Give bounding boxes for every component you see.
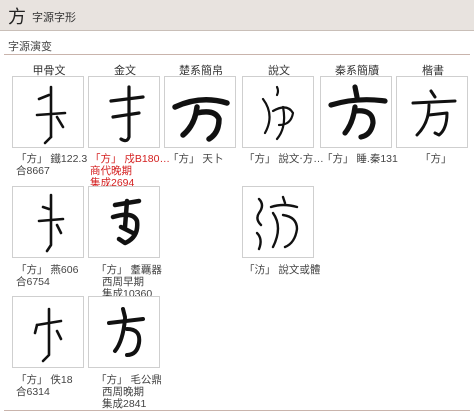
caption-line: 「方」 毛公鼎 — [96, 374, 162, 386]
caption-line: 「方」 鐵122.3 — [16, 153, 88, 165]
caption-line: 「方」 佚18 — [16, 374, 73, 386]
caption-line: 「方」 天卜 — [168, 153, 224, 165]
caption-line: 「方」 睡.秦131 — [322, 153, 398, 165]
caption-line: 「汸」 說文或體 — [244, 264, 321, 276]
glyph-cell-oracle-2[interactable] — [12, 186, 84, 258]
section-divider — [4, 54, 470, 55]
caption-shuowen-1: 「方」 說文‧方… — [244, 153, 324, 165]
caption-line: 「方」 燕606 — [16, 264, 79, 276]
header-character: 方 — [8, 7, 26, 28]
oracle-bone-glyph — [35, 85, 67, 145]
glyph-cell-shuowen-variant[interactable] — [242, 186, 314, 258]
caption-line: 「方」 耋覊器 — [96, 264, 162, 276]
caption-oracle-2: 「方」 燕606 合6754 — [16, 264, 78, 288]
glyph-cell-bronze-3[interactable] — [88, 296, 160, 368]
caption-chu-1: 「方」 天卜 — [168, 153, 223, 165]
caption-qin-1: 「方」 睡.秦131 — [322, 153, 398, 165]
caption-line: 「方」 說文‧方… — [244, 153, 324, 165]
caption-oracle-1: 「方」 鐵122.3 合8667 — [16, 153, 87, 177]
caption-bronze-3: 「方」 毛公鼎 西周晚期 集成2841 — [96, 374, 162, 410]
caption-line: 西周早期 — [102, 276, 144, 288]
caption-line: 商代晚期 — [90, 165, 132, 177]
kaishu-glyph — [411, 89, 457, 137]
shuowen-variant-glyph — [255, 195, 299, 251]
header-title: 字源字形 — [32, 12, 76, 24]
caption-line: 合6314 — [16, 386, 50, 398]
caption-kaishu-1: 「方」 — [420, 153, 452, 165]
glyph-cell-bronze-2[interactable] — [88, 186, 160, 258]
bottom-divider — [4, 410, 470, 411]
caption-line: 「方」 — [420, 153, 452, 165]
caption-bronze-2: 「方」 耋覊器 西周早期 集成10360 — [96, 264, 162, 300]
section-title: 字源演变 — [8, 41, 52, 53]
caption-line: 合6754 — [16, 276, 50, 288]
bronze-glyph-2 — [110, 198, 142, 246]
shuowen-glyph — [261, 85, 295, 141]
caption-line: 西周晚期 — [102, 386, 144, 398]
caption-oracle-3: 「方」 佚18 合6314 — [16, 374, 73, 398]
glyph-cell-shuowen-1[interactable] — [242, 76, 314, 148]
chu-slip-glyph — [172, 97, 230, 142]
bronze-glyph-3 — [107, 307, 145, 357]
caption-shuowen-variant: 「汸」 說文或體 — [244, 264, 320, 276]
glyph-cell-bronze-1[interactable] — [88, 76, 160, 148]
glyph-cell-oracle-1[interactable] — [12, 76, 84, 148]
header-bar: 方 字源字形 — [0, 0, 474, 31]
caption-line: 合8667 — [16, 165, 50, 177]
caption-bronze-1[interactable]: 「方」 戍B180… 商代晚期 集成2694 — [90, 153, 170, 189]
oracle-bone-glyph-2 — [37, 193, 65, 253]
glyph-cell-chu-1[interactable] — [164, 76, 236, 148]
glyph-cell-qin-1[interactable] — [320, 76, 392, 148]
glyph-cell-kaishu-1[interactable] — [396, 76, 468, 148]
glyph-cell-oracle-3[interactable] — [12, 296, 84, 368]
oracle-bone-glyph-3 — [33, 307, 63, 363]
bronze-glyph — [109, 85, 145, 143]
caption-line: 集成2841 — [102, 398, 147, 410]
caption-line: 「方」 戍B180… — [90, 153, 170, 165]
qin-slip-glyph — [328, 84, 388, 140]
